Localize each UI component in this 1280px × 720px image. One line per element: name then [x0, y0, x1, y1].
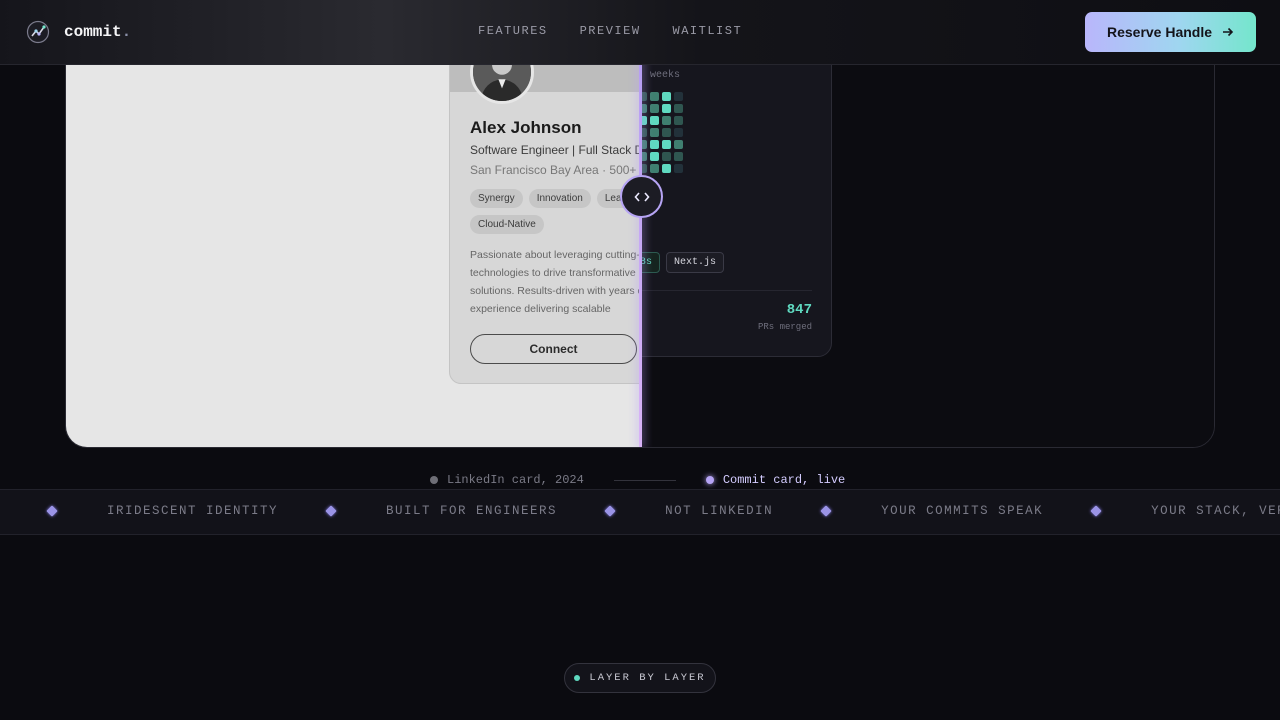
nav-preview[interactable]: PREVIEW	[580, 24, 641, 38]
tagline-marquee: IRIDESCENT IDENTITY BUILT FOR ENGINEERS …	[0, 489, 1280, 535]
contribution-cell	[662, 164, 671, 173]
contribution-cell	[650, 152, 659, 161]
contribution-cell	[650, 116, 659, 125]
stat-value: 847	[786, 302, 812, 318]
prs-merged-stat: 847 PRs merged	[752, 302, 812, 332]
contribution-cell	[674, 128, 683, 137]
contribution-cell	[662, 116, 671, 125]
site-header: commit. FEATURES PREVIEW WAITLIST Reserv…	[0, 0, 1280, 65]
reserve-handle-button[interactable]: Reserve Handle	[1085, 12, 1256, 52]
commit-logo-icon	[26, 20, 50, 44]
brand-logo[interactable]: commit.	[26, 20, 131, 44]
marquee-item: IRIDESCENT IDENTITY	[107, 504, 279, 518]
diamond-icon	[604, 505, 616, 517]
profile-location: San Francisco Bay Area · 500+	[470, 163, 637, 177]
contribution-grid	[641, 92, 683, 173]
stack-tags: K8s Next.js	[641, 252, 725, 273]
marquee-item: YOUR COMMITS SPEAK	[881, 504, 1044, 518]
contribution-cell	[650, 92, 659, 101]
stat-label: PRs merged	[757, 322, 812, 332]
contribution-cell	[662, 92, 671, 101]
nav-features[interactable]: FEATURES	[478, 24, 548, 38]
contribution-cell	[650, 128, 659, 137]
linkedin-pane: Alex Johnson Software Engineer | Full St…	[66, 31, 641, 447]
tag-chip: Synergy	[470, 189, 523, 208]
arrow-right-icon	[1223, 27, 1234, 37]
code-brackets-icon	[633, 191, 650, 202]
profile-about: Passionate about leveraging cutting-edge…	[470, 249, 641, 315]
marquee-item: BUILT FOR ENGINEERS	[386, 504, 558, 518]
caption-commit: Commit card, live	[705, 473, 845, 487]
marquee-item: NOT LINKEDIN	[665, 504, 774, 518]
slider-divider[interactable]	[639, 31, 642, 447]
contribution-cell	[650, 164, 659, 173]
contribution-cell	[662, 152, 671, 161]
stack-tag: Next.js	[666, 252, 725, 273]
contribution-cell	[674, 92, 683, 101]
caption-linkedin: LinkedIn card, 2024	[430, 473, 584, 487]
contribution-cell	[662, 104, 671, 113]
brand-name: commit.	[64, 23, 132, 41]
contribution-cell	[662, 128, 671, 137]
commit-card: weeks K8s Next.js 847 PRs merged	[641, 31, 832, 357]
marquee-item: YOUR STACK, VERIFIED	[1151, 504, 1280, 518]
caption-connector	[613, 479, 676, 481]
card-comparison-slider: Alex Johnson Software Engineer | Full St…	[65, 30, 1215, 448]
card-divider	[642, 290, 812, 291]
contribution-cell	[650, 104, 659, 113]
diamond-icon	[820, 505, 832, 517]
caption-dot	[705, 476, 714, 484]
connect-button[interactable]: Connect	[470, 334, 637, 364]
tag-chip: Innovation	[528, 189, 591, 208]
profile-name: Alex Johnson	[470, 118, 582, 137]
contribution-cell	[674, 116, 683, 125]
comparison-captions: LinkedIn card, 2024 Commit card, live	[430, 473, 845, 487]
tag-chip: Cloud-Native	[470, 215, 544, 234]
contribution-cell	[662, 140, 671, 149]
linkedin-card: Alex Johnson Software Engineer | Full St…	[449, 31, 641, 384]
profile-tags: Synergy Innovation Leadership Cloud-Nati…	[470, 189, 641, 234]
commit-pane: weeks K8s Next.js 847 PRs merged	[641, 31, 1214, 447]
diamond-icon	[46, 505, 58, 517]
nav-waitlist[interactable]: WAITLIST	[673, 24, 743, 38]
contribution-cell	[650, 140, 659, 149]
contribution-cell	[674, 140, 683, 149]
diamond-icon	[1090, 505, 1102, 517]
contribution-weeks-label: weeks	[650, 70, 681, 81]
slider-handle[interactable]	[620, 175, 663, 218]
diamond-icon	[325, 505, 337, 517]
profile-title: Software Engineer | Full Stack Developer	[470, 143, 641, 157]
contribution-cell	[674, 164, 683, 173]
main-nav: FEATURES PREVIEW WAITLIST	[478, 24, 742, 38]
pill-dot	[574, 675, 581, 681]
contribution-cell	[674, 152, 683, 161]
caption-dot	[430, 476, 438, 484]
section-pill: LAYER BY LAYER	[564, 663, 716, 693]
stack-tag: K8s	[641, 252, 661, 273]
contribution-cell	[674, 104, 683, 113]
